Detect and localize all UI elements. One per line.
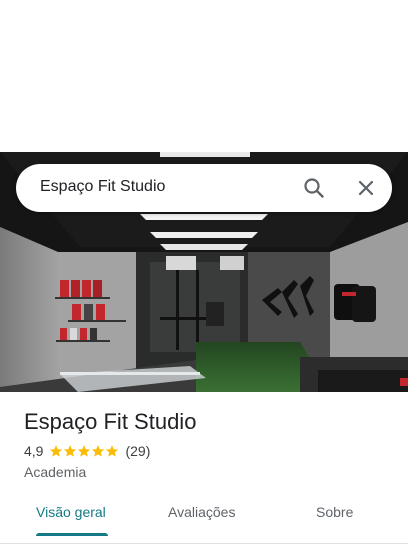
place-info: Espaço Fit Studio 4,9 (29) Academia [24,408,394,480]
place-title: Espaço Fit Studio [24,409,197,434]
close-icon [358,180,374,196]
star-icon [106,445,119,457]
rating-value: 4,9 [24,443,44,459]
star-icon [92,445,105,457]
search-bar[interactable]: Espaço Fit Studio [16,164,392,212]
star-icon [50,445,63,457]
star-icon [64,445,77,457]
search-input[interactable]: Espaço Fit Studio [40,178,165,196]
place-category: Academia [24,464,87,480]
review-count[interactable]: (29) [125,443,150,459]
rating-row[interactable]: 4,9 (29) [24,442,394,460]
tab-overview[interactable]: Visão geral [36,504,106,520]
close-button[interactable] [352,174,380,202]
map-blank-area [0,0,408,152]
place-tabs: Visão geral Avaliações Sobre [0,498,408,544]
tab-about[interactable]: Sobre [316,504,353,520]
star-rating [49,444,119,458]
search-icon [304,178,324,198]
star-icon [78,445,91,457]
active-tab-indicator [36,533,108,536]
tab-reviews[interactable]: Avaliações [168,504,235,520]
search-button[interactable] [300,174,328,202]
